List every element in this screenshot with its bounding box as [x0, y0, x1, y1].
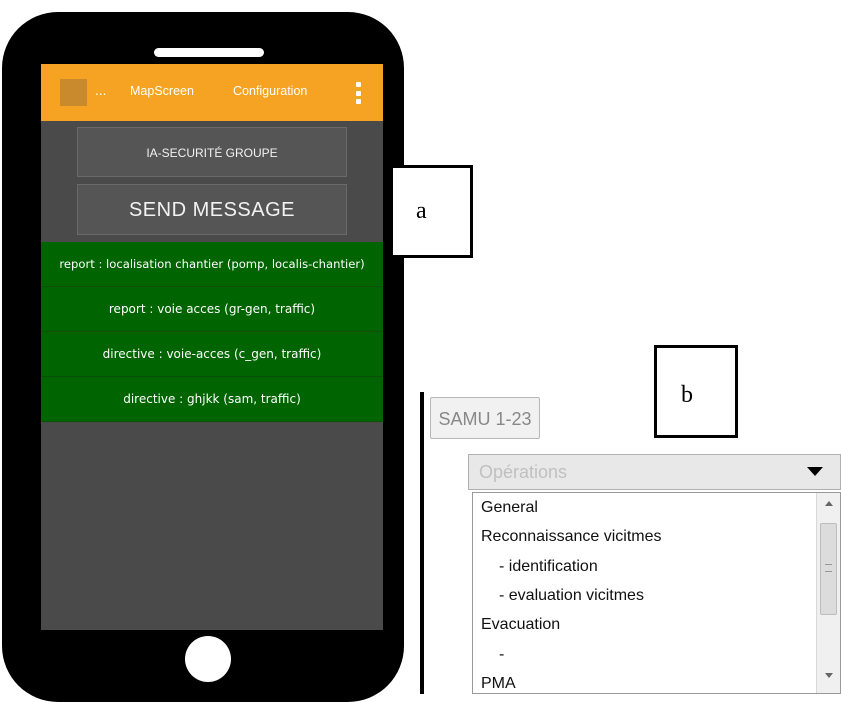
phone-speaker: [154, 48, 264, 57]
operations-select[interactable]: Opérations: [468, 454, 841, 490]
app-screen: ... MapScreen Configuration IA-SECURITÉ …: [41, 64, 383, 630]
message-item[interactable]: report : voie acces (gr-gen, traffic): [41, 287, 383, 332]
chevron-down-icon[interactable]: [807, 467, 823, 476]
grip-icon: [825, 564, 832, 572]
list-item-general[interactable]: General: [481, 499, 538, 517]
message-item[interactable]: directive : ghjkk (sam, traffic): [41, 377, 383, 422]
scroll-down-icon[interactable]: [825, 673, 833, 678]
list-item-reconnaissance[interactable]: Reconnaissance vicitmes: [481, 528, 662, 546]
home-button[interactable]: [185, 636, 231, 682]
list-item-identification[interactable]: - identification: [499, 558, 598, 576]
app-title-ellipsis: ...: [95, 84, 107, 98]
tab-configuration[interactable]: Configuration: [233, 84, 307, 98]
callout-a-text: a: [416, 198, 427, 224]
operations-panel: SAMU 1-23 Opérations General Reconnaissa…: [420, 392, 841, 694]
app-logo-icon[interactable]: [60, 79, 87, 106]
select-value: Opérations: [479, 462, 568, 482]
message-item[interactable]: report : localisation chantier (pomp, lo…: [41, 242, 383, 287]
group-button[interactable]: IA-SECURITÉ GROUPE: [77, 127, 347, 177]
panel-divider: [420, 392, 424, 694]
app-bar: ... MapScreen Configuration: [41, 64, 383, 121]
list-item-pma[interactable]: PMA: [481, 675, 516, 693]
phone-frame: ... MapScreen Configuration IA-SECURITÉ …: [2, 12, 404, 702]
list-item-dash[interactable]: -: [499, 646, 504, 664]
more-vert-icon[interactable]: [354, 82, 362, 104]
scroll-up-icon[interactable]: [825, 501, 833, 506]
list-item-evacuation[interactable]: Evacuation: [481, 616, 560, 634]
callout-b-text: b: [681, 382, 693, 408]
listbox-scrollbar[interactable]: [816, 493, 840, 693]
callout-label-a: a: [390, 165, 473, 258]
tab-mapscreen[interactable]: MapScreen: [130, 84, 194, 98]
send-message-button[interactable]: SEND MESSAGE: [77, 184, 347, 235]
message-item[interactable]: directive : voie-acces (c_gen, traffic): [41, 332, 383, 377]
list-item-evaluation[interactable]: - evaluation vicitmes: [499, 587, 644, 605]
callout-label-b: b: [654, 345, 738, 438]
scrollbar-thumb[interactable]: [820, 523, 837, 615]
unit-button[interactable]: SAMU 1-23: [430, 397, 540, 439]
operations-listbox[interactable]: General Reconnaissance vicitmes - identi…: [472, 492, 841, 694]
